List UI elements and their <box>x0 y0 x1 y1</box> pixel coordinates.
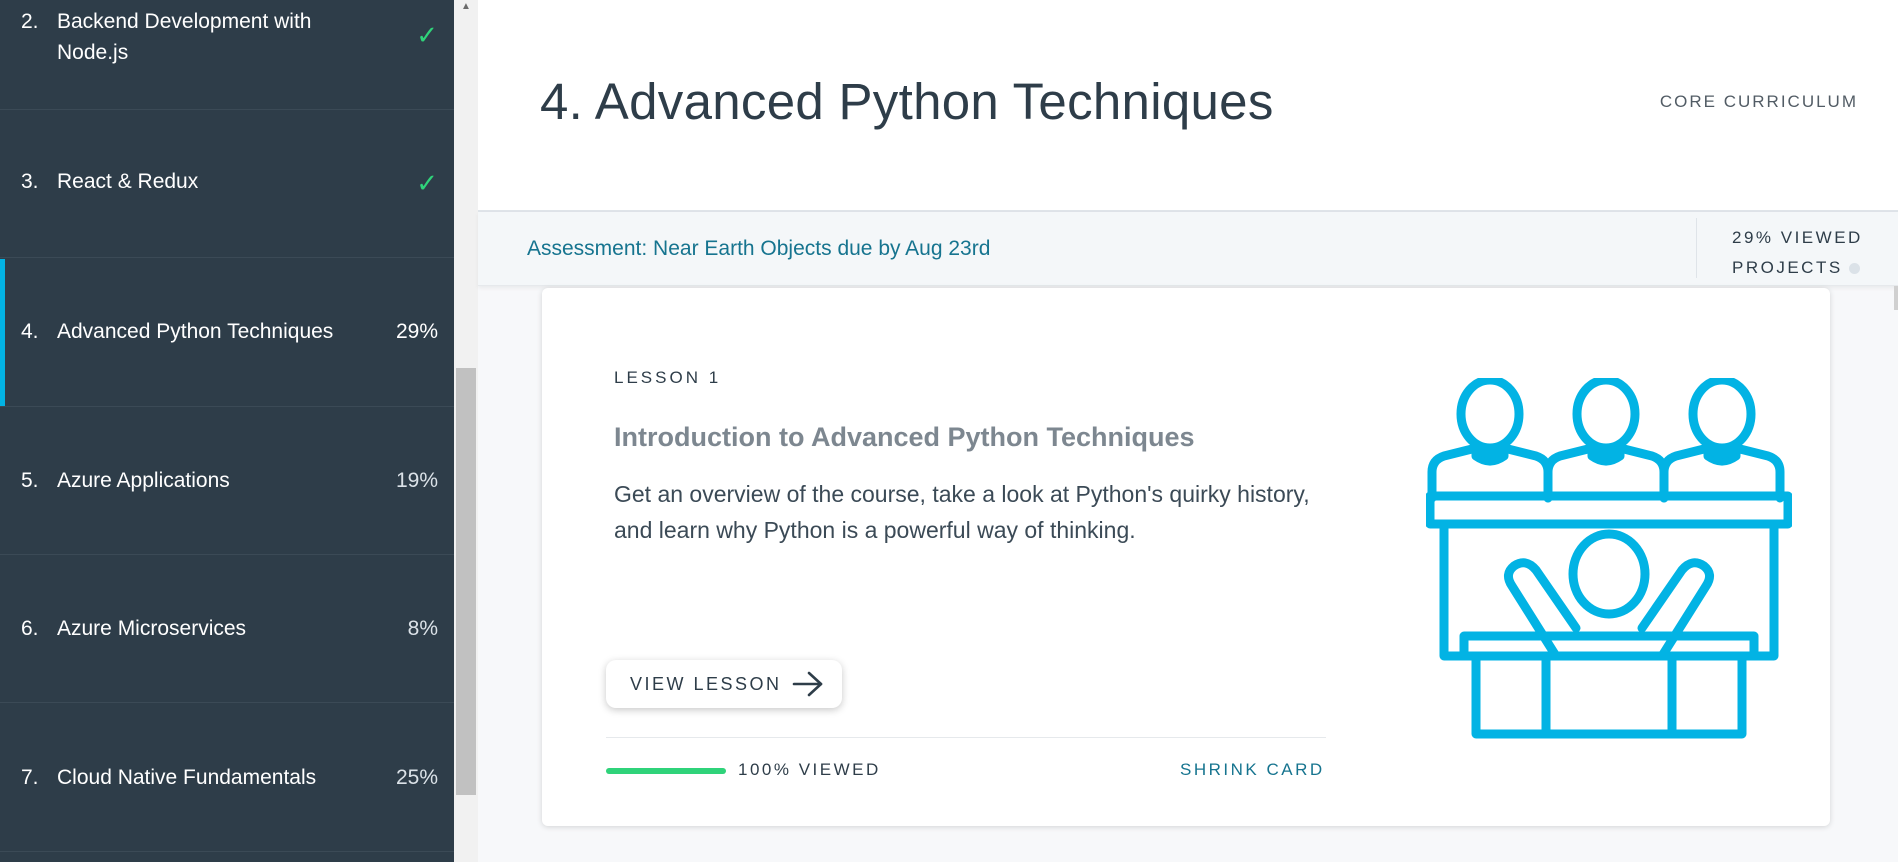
curriculum-label: CORE CURRICULUM <box>1659 92 1858 111</box>
lesson-number: LESSON 1 <box>614 368 722 387</box>
lesson-description: Get an overview of the course, take a lo… <box>614 481 1310 543</box>
status-dot-icon <box>1848 263 1860 275</box>
projects-label: PROJECTS <box>1732 258 1843 277</box>
assessment-bar: Assessment: Near Earth Objects due by Au… <box>478 212 1898 286</box>
sidebar-item-progress: 25% <box>395 766 438 789</box>
shrink-card-link[interactable]: SHRINK CARD <box>1180 760 1325 780</box>
lesson-title: Introduction to Advanced Python Techniqu… <box>614 422 1195 452</box>
sidebar-item-cloud-native[interactable]: 7. Cloud Native Fundamentals 25% <box>0 704 454 852</box>
sidebar-item-progress: 19% <box>395 469 438 492</box>
sidebar-item-react-redux[interactable]: 3. React & Redux ✓ <box>0 110 454 258</box>
sidebar-item-label: Azure Applications <box>57 469 230 492</box>
sidebar-item-label: Azure Microservices <box>57 617 247 640</box>
page-title: 4. Advanced Python Techniques <box>540 73 1274 130</box>
projects-label-row: PROJECTS <box>1732 253 1863 283</box>
lesson-viewed-label: 100% VIEWED <box>738 760 881 779</box>
sidebar-item-backend-development[interactable]: 2. Backend Development with Node.js ✓ <box>0 0 454 110</box>
sidebar-item-advanced-python[interactable]: 4. Advanced Python Techniques 29% <box>0 259 454 407</box>
sidebar-item-azure-microservices[interactable]: 6. Azure Microservices 8% <box>0 555 454 703</box>
viewed-percentage: 29% VIEWED <box>1732 228 1863 247</box>
course-sidebar: 2. Backend Development with Node.js ✓ 3.… <box>0 0 454 862</box>
card-divider <box>606 737 1326 738</box>
check-icon: ✓ <box>416 168 438 198</box>
divider <box>1696 218 1697 278</box>
sidebar-item-label: React & Redux <box>57 170 199 193</box>
lesson-progress-bar <box>606 768 726 774</box>
active-indicator <box>0 259 5 406</box>
sidebar-item-number: 2. <box>21 10 39 33</box>
arrow-right-icon <box>792 671 823 697</box>
page-header: 4. Advanced Python Techniques CORE CURRI… <box>478 0 1898 212</box>
sidebar-item-label: Advanced Python Techniques <box>57 320 334 343</box>
projects-status[interactable]: 29% VIEWED PROJECTS <box>1732 223 1863 283</box>
progress-fill <box>606 768 726 774</box>
scroll-up-arrow-icon[interactable]: ▲ <box>454 0 478 14</box>
page-scrollbar-thumb[interactable] <box>1894 286 1898 310</box>
sidebar-item-progress: 8% <box>407 617 438 640</box>
sidebar-item-number: 3. <box>21 170 39 193</box>
audience-presenter-icon <box>1426 378 1792 739</box>
sidebar-item-azure-applications[interactable]: 5. Azure Applications 19% <box>0 407 454 555</box>
scrollbar-thumb[interactable] <box>456 368 476 795</box>
view-lesson-label: VIEW LESSON <box>630 674 782 694</box>
lesson-card: LESSON 1 Introduction to Advanced Python… <box>542 288 1830 826</box>
assessment-link[interactable]: Assessment: Near Earth Objects due by Au… <box>527 237 990 261</box>
view-lesson-button[interactable]: VIEW LESSON <box>606 660 842 708</box>
sidebar-scrollbar[interactable]: ▲ <box>454 0 478 862</box>
sidebar-item-number: 5. <box>21 469 39 492</box>
sidebar-item-label: Backend Development with Node.js <box>57 10 312 64</box>
sidebar-item-number: 7. <box>21 766 39 789</box>
sidebar-item-progress: 29% <box>395 320 438 343</box>
sidebar-item-number: 6. <box>21 617 39 640</box>
sidebar-item-label: Cloud Native Fundamentals <box>57 766 317 789</box>
check-icon: ✓ <box>416 20 438 50</box>
sidebar-item-number: 4. <box>21 320 39 343</box>
